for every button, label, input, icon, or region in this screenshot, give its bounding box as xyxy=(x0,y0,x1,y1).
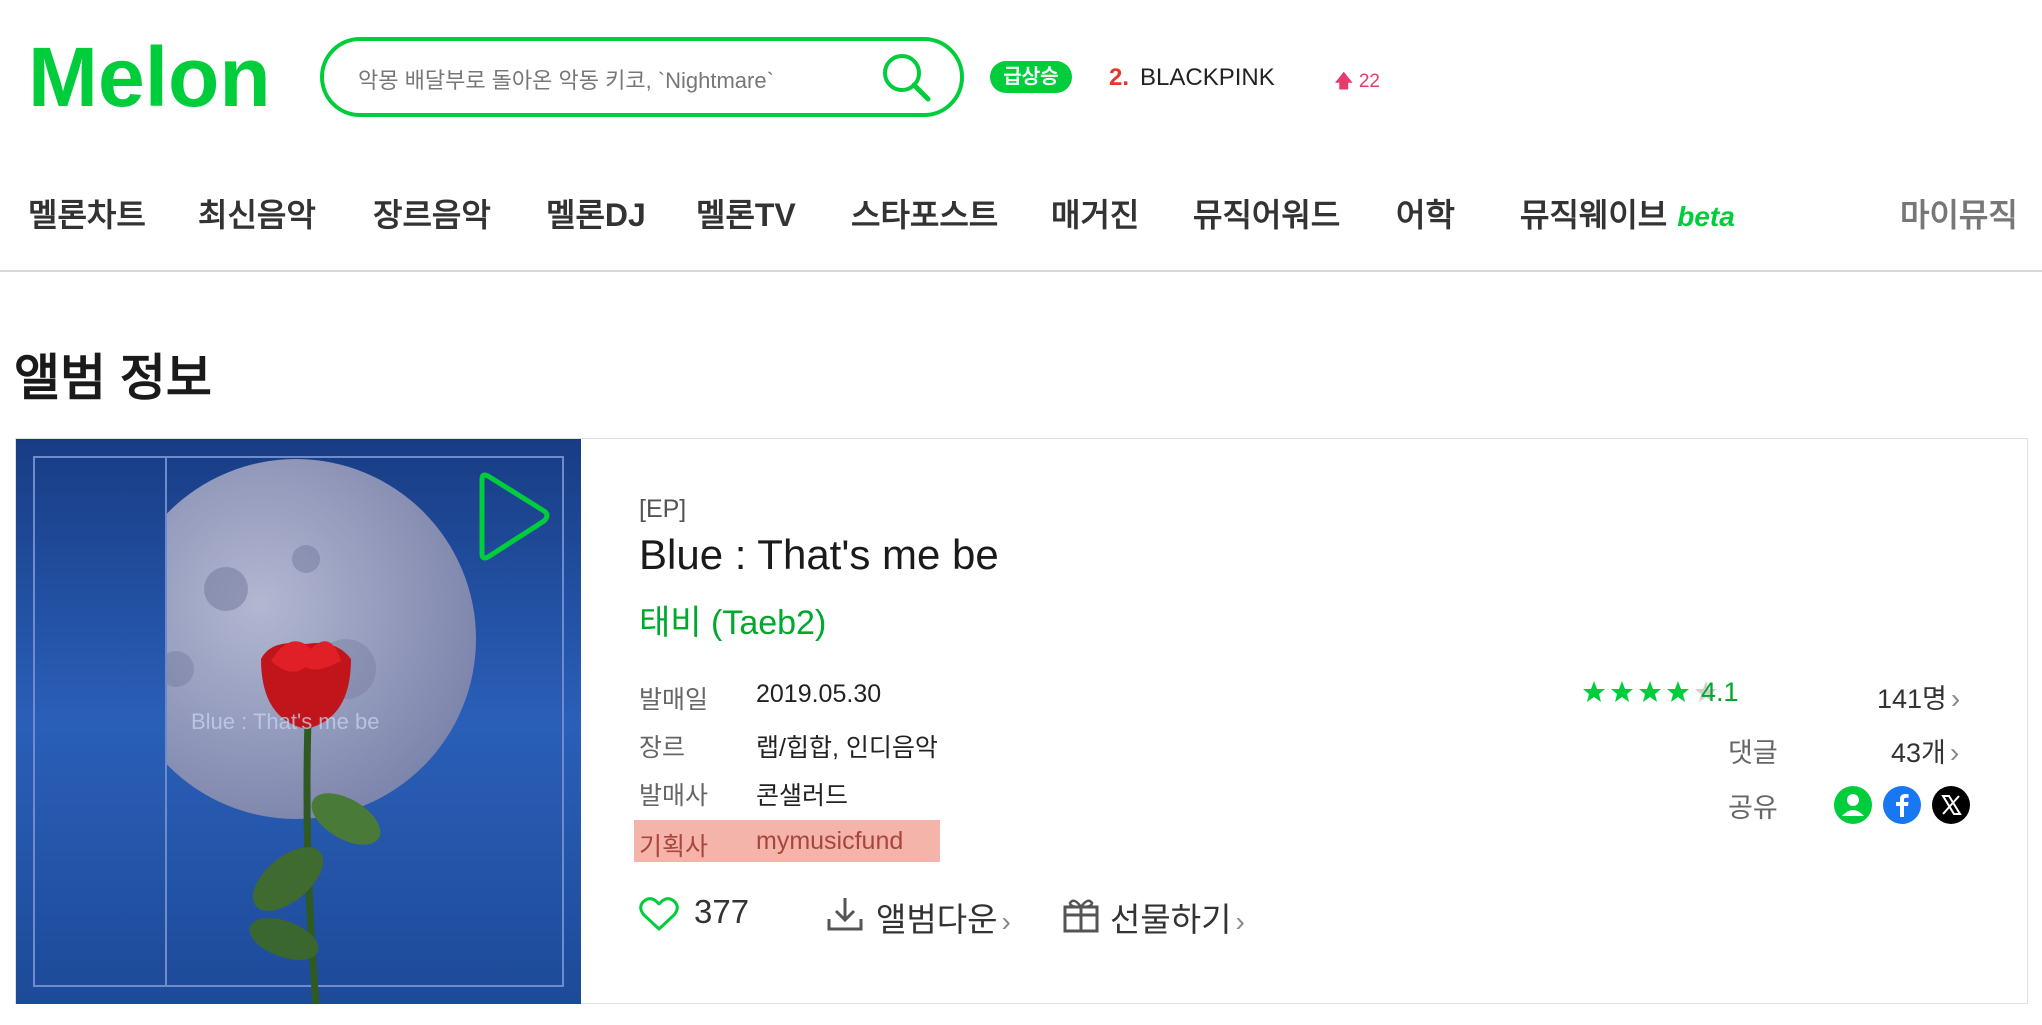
share-label: 공유 xyxy=(1728,793,1778,823)
info-value: mymusicfund xyxy=(756,827,904,855)
download-icon xyxy=(827,898,863,931)
info-row-agency: 기획사 mymusicfund xyxy=(634,820,940,862)
nav-item-magazine[interactable]: 매거진 xyxy=(1051,190,1139,236)
nav-item-music-wave-label: 뮤직웨이브 xyxy=(1520,197,1668,233)
nav-divider xyxy=(0,270,2042,272)
nav-item-music-wave[interactable]: 뮤직웨이브 beta xyxy=(1520,190,1735,236)
album-actions: 377 앨범다운 › 선물하기 › xyxy=(638,885,1338,945)
nav-item-new-music[interactable]: 최신음악 xyxy=(198,190,316,236)
nav-item-language[interactable]: 어학 xyxy=(1396,190,1455,236)
nav-item-genre[interactable]: 장르음악 xyxy=(373,190,491,236)
melon-friend-share-icon[interactable] xyxy=(1834,786,1872,824)
comment-label: 댓글 xyxy=(1728,738,1778,768)
download-label: 앨범다운 xyxy=(876,901,998,938)
heart-icon xyxy=(639,897,679,931)
beta-label: beta xyxy=(1677,201,1735,232)
album-title: Blue : That's me be xyxy=(639,531,999,578)
chevron-right-icon: › xyxy=(1001,906,1011,937)
page-title: 앨범 정보 xyxy=(14,350,212,406)
gift-icon xyxy=(1063,899,1099,933)
chevron-right-icon: › xyxy=(1235,906,1245,937)
gift-button[interactable]: 선물하기 › xyxy=(1060,885,1260,945)
like-button[interactable]: 377 xyxy=(638,885,768,945)
logo-text: Melon xyxy=(28,38,271,118)
star-icon xyxy=(1639,681,1661,702)
comment-count-link[interactable]: 43개 › xyxy=(1891,731,1959,770)
info-value: 2019.05.30 xyxy=(756,680,882,708)
rank-artist-link[interactable]: BLACKPINK xyxy=(1140,64,1275,92)
chevron-right-icon: › xyxy=(1949,737,1960,768)
album-download-button[interactable]: 앨범다운 › xyxy=(824,885,1024,945)
play-icon[interactable] xyxy=(474,469,554,569)
search-box[interactable]: 악몽 배달부로 돌아온 악동 키코, `Nightmare` xyxy=(320,37,964,117)
nav-item-melon-dj[interactable]: 멜론DJ xyxy=(546,190,646,236)
info-label: 장르 xyxy=(639,734,686,762)
info-row-release-date: 발매일 2019.05.30 xyxy=(634,673,944,717)
album-type: [EP] xyxy=(639,495,687,523)
rank-change-value: 22 xyxy=(1358,71,1380,92)
nav-item-melon-chart[interactable]: 멜론차트 xyxy=(28,190,146,236)
rise-badge: 급상승 xyxy=(990,61,1072,93)
x-share-icon[interactable] xyxy=(1932,786,1970,824)
nav-item-my-music[interactable]: 마이뮤직 xyxy=(1900,190,2018,236)
rating-value: 4.1 xyxy=(1701,677,1739,707)
facebook-share-icon[interactable] xyxy=(1883,786,1921,824)
rank-number[interactable]: 2. xyxy=(1109,64,1129,92)
rank-change: 🡅 22 xyxy=(1334,67,1380,99)
search-input[interactable]: 악몽 배달부로 돌아온 악동 키코, `Nightmare` xyxy=(358,63,774,95)
rating-count-link[interactable]: 141명 › xyxy=(1877,677,1960,716)
arrow-up-icon: 🡅 xyxy=(1334,71,1354,92)
info-label: 발매일 xyxy=(639,686,709,714)
like-count: 377 xyxy=(694,893,750,930)
info-label: 기획사 xyxy=(639,833,709,861)
chevron-right-icon: › xyxy=(1950,683,1961,714)
nav-item-star-post[interactable]: 스타포스트 xyxy=(851,190,998,236)
melon-logo[interactable]: Melon xyxy=(28,30,288,124)
search-icon[interactable] xyxy=(880,51,932,103)
star-icon xyxy=(1667,681,1689,702)
cover-caption: Blue : That's me be xyxy=(191,709,379,734)
rating-count: 141명 xyxy=(1877,684,1947,714)
info-label: 발매사 xyxy=(639,782,709,810)
nav-item-music-awards[interactable]: 뮤직어워드 xyxy=(1193,190,1340,236)
star-icon xyxy=(1583,681,1605,702)
main-nav: 멜론차트 최신음악 장르음악 멜론DJ 멜론TV 스타포스트 매거진 뮤직어워드… xyxy=(0,190,2042,270)
comment-count: 43개 xyxy=(1891,738,1946,768)
album-artist-link[interactable]: 태비 (Taeb2) xyxy=(639,595,826,644)
gift-label: 선물하기 xyxy=(1110,901,1232,938)
album-card: Blue : That's me be [EP] Blue : That's m… xyxy=(15,438,2028,1004)
info-value: 콘샐러드 xyxy=(756,782,849,810)
info-row-publisher: 발매사 콘샐러드 xyxy=(634,769,944,813)
star-icon xyxy=(1611,681,1633,702)
info-row-genre: 장르 랩/힙합, 인디음악 xyxy=(634,721,944,765)
info-value: 랩/힙합, 인디음악 xyxy=(756,734,938,762)
nav-item-melon-tv[interactable]: 멜론TV xyxy=(696,190,796,236)
